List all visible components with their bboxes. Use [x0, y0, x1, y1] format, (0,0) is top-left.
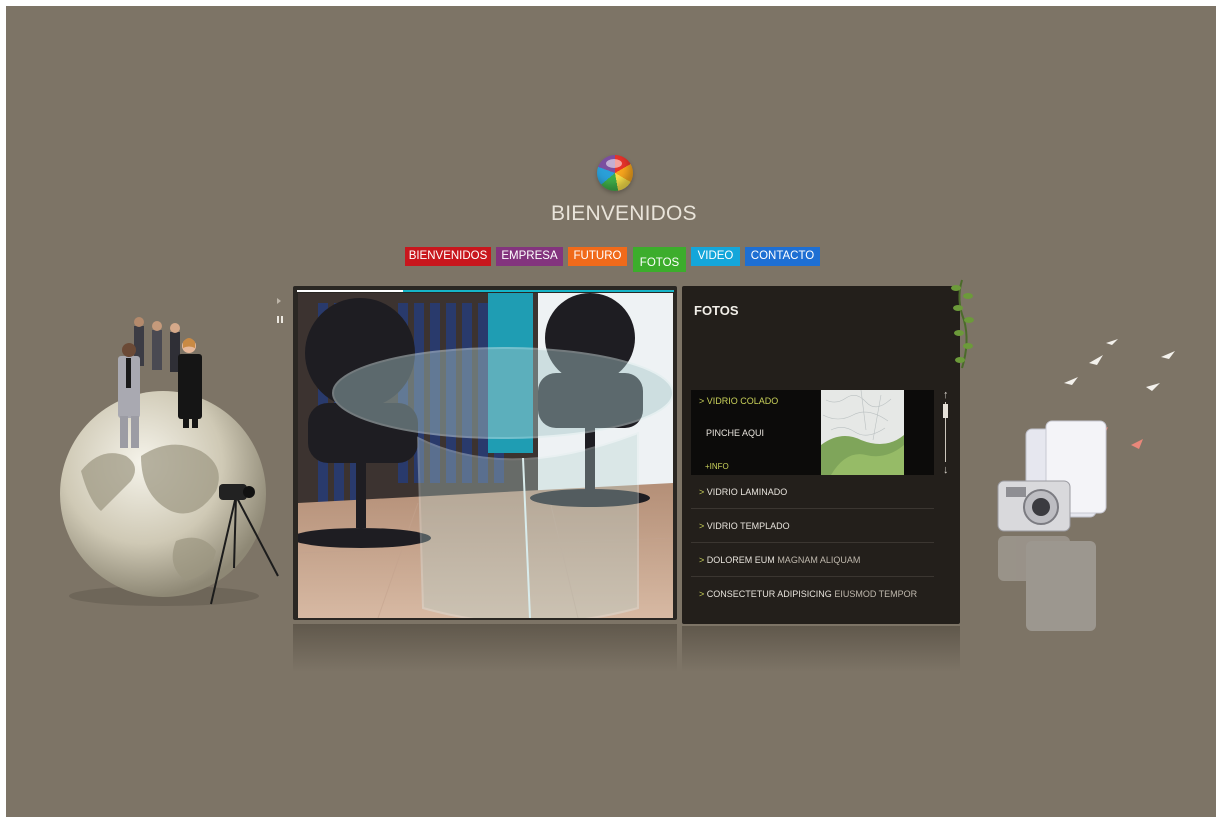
list-divider — [691, 542, 934, 543]
arrow-icon: > — [699, 521, 705, 531]
info-link[interactable]: +INFO — [705, 462, 729, 471]
pause-icon[interactable] — [277, 316, 283, 323]
globe-illustration — [60, 317, 279, 606]
camera-folder-illustration — [997, 339, 1175, 631]
list-item[interactable]: > DOLOREM EUM MAGNAM ALIQUAM — [699, 555, 934, 565]
logo-icon — [597, 155, 633, 191]
nav-futuro[interactable]: FUTURO — [568, 247, 627, 266]
arrow-icon: > — [699, 396, 705, 406]
scrollbar-thumb[interactable] — [943, 404, 948, 418]
play-icon[interactable] — [277, 298, 281, 304]
list-item[interactable]: > VIDRIO LAMINADO — [699, 487, 934, 497]
arrow-icon: > — [699, 487, 705, 497]
list-item[interactable]: > VIDRIO TEMPLADO — [699, 521, 934, 531]
scroll-down-icon[interactable]: ↓ — [943, 464, 949, 476]
list-item[interactable]: > CONSECTETUR ADIPISICING EIUSMOD TEMPOR — [699, 589, 934, 599]
arrow-icon: > — [699, 555, 705, 565]
arrow-icon: > — [699, 589, 705, 599]
list-divider — [691, 508, 934, 509]
slideshow-photo[interactable] — [298, 293, 673, 618]
list-item-thumbnail[interactable] — [821, 390, 904, 475]
page-title: BIENVENIDOS — [551, 202, 697, 225]
nav-contacto[interactable]: CONTACTO — [745, 247, 820, 266]
nav-empresa[interactable]: EMPRESA — [496, 247, 563, 266]
nav-fotos[interactable]: FOTOS — [633, 247, 686, 272]
nav-bienvenidos[interactable]: BIENVENIDOS — [405, 247, 491, 266]
page-background: BIENVENIDOS BIENVENIDOS EMPRESA FUTURO F… — [6, 6, 1216, 817]
list-divider — [691, 576, 934, 577]
scroll-up-icon[interactable]: ↑ — [943, 389, 949, 401]
slideshow-reflection — [293, 624, 677, 672]
list-item-label: > VIDRIO COLADO — [699, 396, 779, 406]
pinche-aqui-link[interactable]: PINCHE AQUI — [706, 428, 764, 438]
fotos-panel-reflection — [682, 626, 960, 672]
slideshow-progress-fill — [297, 290, 403, 292]
fotos-panel-title: FOTOS — [694, 303, 739, 318]
nav-video[interactable]: VIDEO — [691, 247, 740, 266]
vine-icon — [951, 279, 974, 369]
list-item-active[interactable]: > VIDRIO COLADO PINCHE AQUI +INFO — [691, 390, 934, 475]
